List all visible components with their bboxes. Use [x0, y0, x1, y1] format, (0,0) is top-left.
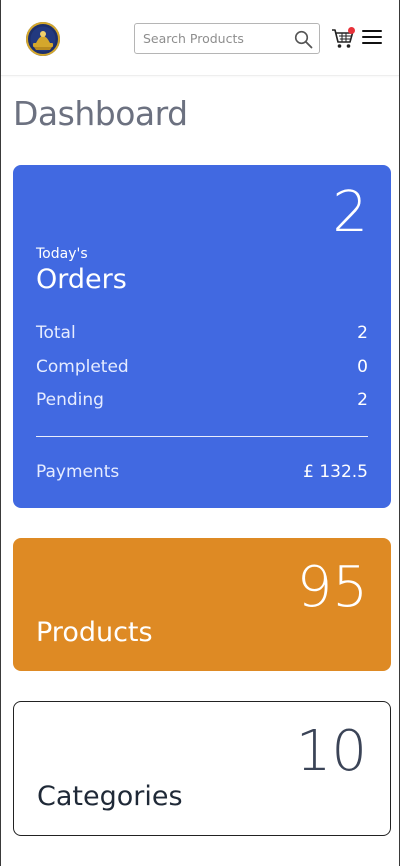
- products-title: Products: [36, 617, 153, 648]
- brand-logo[interactable]: [25, 21, 61, 57]
- stat-value: 0: [357, 357, 368, 377]
- top-header: [1, 0, 399, 76]
- stat-value: 2: [357, 390, 368, 410]
- categories-title: Categories: [37, 781, 183, 812]
- orders-subtitle: Today's: [36, 246, 88, 262]
- stat-row-pending: Pending 2: [36, 390, 368, 414]
- search-icon[interactable]: [294, 30, 313, 49]
- stat-row-payments: Payments £ 132.5: [36, 462, 368, 486]
- products-card[interactable]: 95 Products: [13, 538, 391, 671]
- page-title: Dashboard: [13, 94, 188, 133]
- products-count: 95: [296, 555, 368, 620]
- stat-label: Completed: [36, 357, 129, 377]
- orders-count: 2: [332, 180, 368, 245]
- categories-card[interactable]: 10 Categories: [13, 701, 391, 836]
- orders-divider: [36, 436, 368, 437]
- stat-label: Total: [36, 323, 76, 343]
- search-input[interactable]: [135, 24, 289, 53]
- payments-value: £ 132.5: [303, 462, 368, 482]
- stat-label: Pending: [36, 390, 104, 410]
- orders-card[interactable]: 2 Today's Orders Total 2 Completed 0 Pen…: [13, 165, 391, 508]
- orders-title: Orders: [36, 264, 127, 295]
- stat-row-total: Total 2: [36, 323, 368, 347]
- hamburger-menu-icon[interactable]: [362, 30, 382, 46]
- search-box: [134, 23, 320, 54]
- app-frame: Dashboard 2 Today's Orders Total 2 Compl…: [0, 0, 400, 866]
- cart-notification-badge: [348, 27, 355, 34]
- stat-value: 2: [357, 323, 368, 343]
- stat-row-completed: Completed 0: [36, 357, 368, 381]
- categories-count: 10: [295, 719, 367, 784]
- payments-label: Payments: [36, 462, 120, 482]
